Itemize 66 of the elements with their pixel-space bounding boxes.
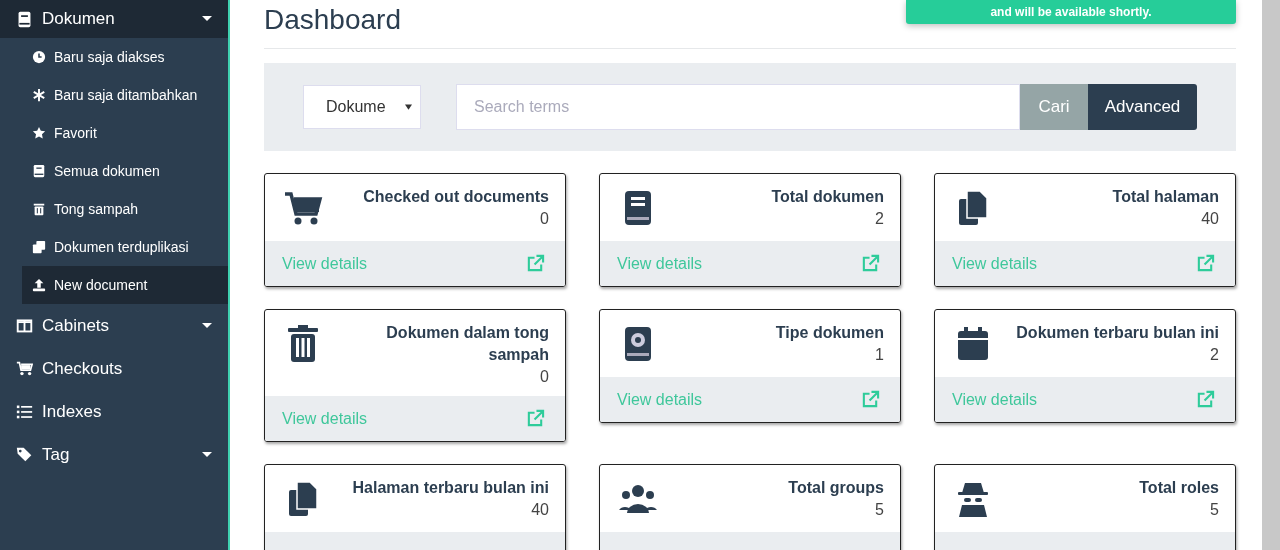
- card-value: 2: [874, 209, 884, 229]
- list-icon: [16, 403, 33, 420]
- book-icon: [16, 10, 33, 28]
- card-title: Total groups: [788, 478, 884, 498]
- cart-icon: [16, 360, 33, 377]
- card-title: Total dokumen: [771, 187, 884, 207]
- sidebar-section[interactable]: Cabinets: [0, 304, 228, 347]
- sidebar-item-label: Baru saja ditambahkan: [54, 87, 198, 103]
- trash-icon: [32, 202, 46, 216]
- caret-icon: [405, 104, 412, 110]
- tag-icon: [16, 446, 33, 463]
- sidebar-section-label: Tag: [42, 444, 71, 465]
- sidebar-item-label: Dokumen terduplikasi: [54, 239, 189, 255]
- card-value: 1: [874, 345, 884, 365]
- card-value: 0: [539, 367, 549, 387]
- external-link-icon[interactable]: [861, 254, 880, 273]
- sidebar-item-label: Baru saja diakses: [54, 49, 165, 65]
- pages-icon: [32, 240, 46, 254]
- sidebar-section[interactable]: Indexes: [0, 390, 228, 433]
- card-title: Halaman terbaru bulan ini: [352, 478, 549, 498]
- card-title: Dokumen terbaru bulan ini: [1016, 323, 1219, 343]
- card-value: 40: [530, 500, 549, 520]
- sidebar-item[interactable]: Semua dokumen: [0, 152, 228, 190]
- sidebar-section[interactable]: Tag: [0, 433, 228, 476]
- card-title: Total halaman: [1112, 187, 1219, 207]
- card-value: 40: [1200, 209, 1219, 229]
- toast-message: and will be available shortly.: [990, 5, 1152, 19]
- sidebar-section[interactable]: Dokumen: [0, 0, 228, 38]
- card-value: 5: [874, 500, 884, 520]
- scope-dropdown[interactable]: Dokume: [303, 85, 421, 129]
- clock-icon: [32, 50, 46, 64]
- sidebar-item-label: Favorit: [54, 125, 97, 141]
- book-icon: [32, 164, 46, 178]
- sidebar-item[interactable]: Baru saja diakses: [0, 38, 228, 76]
- external-link-icon[interactable]: [1196, 254, 1215, 273]
- card-title: Checked out documents: [363, 187, 549, 207]
- card-title: Dokumen dalam tong sampah: [385, 323, 549, 365]
- external-link-icon[interactable]: [1196, 390, 1215, 409]
- card-value: 2: [1209, 345, 1219, 365]
- card-title: Tipe dokumen: [775, 323, 884, 343]
- search-field[interactable]: Search terms: [456, 84, 1020, 130]
- sidebar-section-label: Cabinets: [42, 315, 111, 336]
- sidebar-section-label: Dokumen: [42, 9, 116, 29]
- external-link-icon[interactable]: [526, 254, 545, 273]
- asterisk-icon: [32, 88, 46, 102]
- scrollbar[interactable]: [1262, 0, 1280, 550]
- sidebar-item[interactable]: Tong sampah: [0, 190, 228, 228]
- sidebar-section-label: Checkouts: [42, 358, 124, 379]
- sidebar-item[interactable]: New document: [22, 266, 228, 304]
- sidebar-item[interactable]: Favorit: [0, 114, 228, 152]
- external-link-icon[interactable]: [526, 409, 545, 428]
- star-icon: [32, 126, 46, 140]
- upload-icon: [32, 278, 46, 292]
- columns-icon: [16, 317, 33, 334]
- card-title: Total roles: [1139, 478, 1219, 498]
- sidebar-item-label: New document: [54, 277, 148, 293]
- sidebar-item-label: Tong sampah: [54, 201, 139, 217]
- advanced-button[interactable]: Advanced: [1088, 84, 1197, 130]
- card-value: 5: [1209, 500, 1219, 520]
- sidebar-item-label: Semua dokumen: [54, 163, 160, 179]
- sidebar-section[interactable]: Checkouts: [0, 347, 228, 390]
- sidebar-item[interactable]: Dokumen terduplikasi: [0, 228, 228, 266]
- external-link-icon[interactable]: [861, 390, 880, 409]
- sidebar-section-label: Indexes: [42, 401, 103, 422]
- card-value: 0: [539, 209, 549, 229]
- sidebar-item[interactable]: Baru saja ditambahkan: [0, 76, 228, 114]
